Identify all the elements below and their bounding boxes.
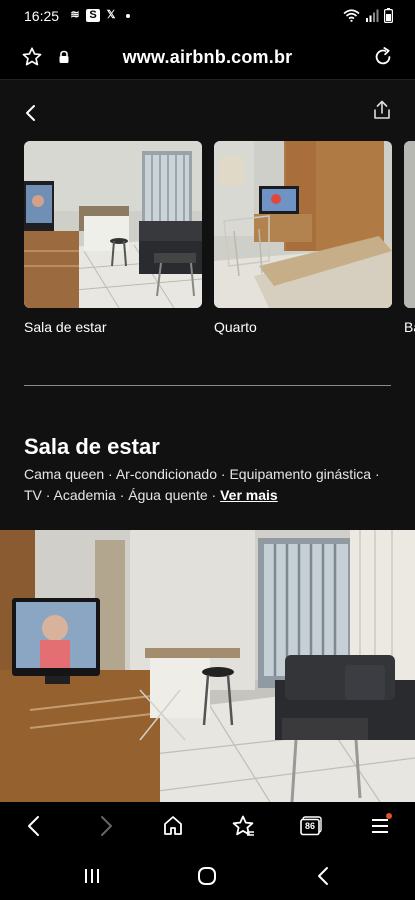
recent-apps-icon[interactable] — [82, 866, 102, 886]
status-right-icons — [343, 8, 393, 23]
section-title: Sala de estar — [24, 434, 160, 459]
living-room-photo[interactable] — [0, 530, 415, 802]
notification-dot-icon — [126, 13, 130, 18]
gallery-card-living-room[interactable]: Sala de estar — [24, 141, 202, 335]
amenities-list: Cama queen · Ar-condicionado · Equipamen… — [24, 464, 394, 506]
system-back-icon[interactable] — [314, 866, 334, 886]
gallery-card-bathroom[interactable]: Ba — [404, 141, 415, 335]
wifi-icon — [343, 9, 360, 22]
page-content: Sala de estar Quarto B Sala de estar Cam… — [0, 80, 415, 802]
hamburger-menu-icon — [372, 819, 388, 833]
browser-back-icon[interactable] — [22, 814, 46, 838]
gallery-label-bedroom: Quarto — [214, 319, 257, 335]
menu-button[interactable] — [371, 813, 395, 838]
system-navigation — [0, 850, 415, 900]
gallery-card-bedroom[interactable]: Quarto — [214, 141, 392, 335]
browser-bottom-nav: 86 — [0, 802, 415, 850]
see-more-link[interactable]: Ver mais — [220, 487, 278, 503]
status-bar: 16:25 ≋ S 𝕏 — [0, 0, 415, 34]
browser-forward-icon[interactable] — [94, 814, 118, 838]
system-home-icon[interactable] — [197, 866, 217, 886]
stacked-chevrons-icon: ≋ — [70, 9, 80, 21]
bookmarks-star-icon[interactable] — [231, 814, 255, 838]
living-room-thumbnail[interactable] — [24, 141, 202, 308]
bedroom-thumbnail[interactable] — [214, 141, 392, 308]
share-icon[interactable] — [373, 100, 391, 120]
section-divider — [24, 385, 391, 386]
reload-icon[interactable] — [372, 46, 394, 68]
amenities-text: Cama queen · Ar-condicionado · Equipamen… — [24, 466, 380, 503]
back-arrow-icon[interactable] — [22, 104, 40, 122]
x-app-icon: 𝕏 — [106, 9, 116, 21]
url-address[interactable]: www.airbnb.com.br — [0, 47, 415, 68]
status-time: 16:25 — [24, 8, 60, 24]
notification-dot-icon — [386, 813, 392, 819]
gallery-label-living-room: Sala de estar — [24, 319, 107, 335]
bathroom-thumbnail[interactable] — [404, 141, 415, 308]
signal-icon — [366, 9, 379, 22]
tab-count: 86 — [304, 821, 315, 831]
battery-icon — [384, 8, 393, 23]
photo-gallery[interactable]: Sala de estar Quarto B — [24, 141, 415, 341]
status-app-icons: ≋ S 𝕏 — [68, 9, 130, 22]
home-icon[interactable] — [161, 814, 185, 838]
s-app-icon: S — [86, 9, 100, 22]
gallery-label-bathroom: Ba — [404, 319, 415, 335]
tabs-button[interactable]: 86 — [300, 816, 322, 836]
browser-toolbar: www.airbnb.com.br — [0, 34, 415, 80]
